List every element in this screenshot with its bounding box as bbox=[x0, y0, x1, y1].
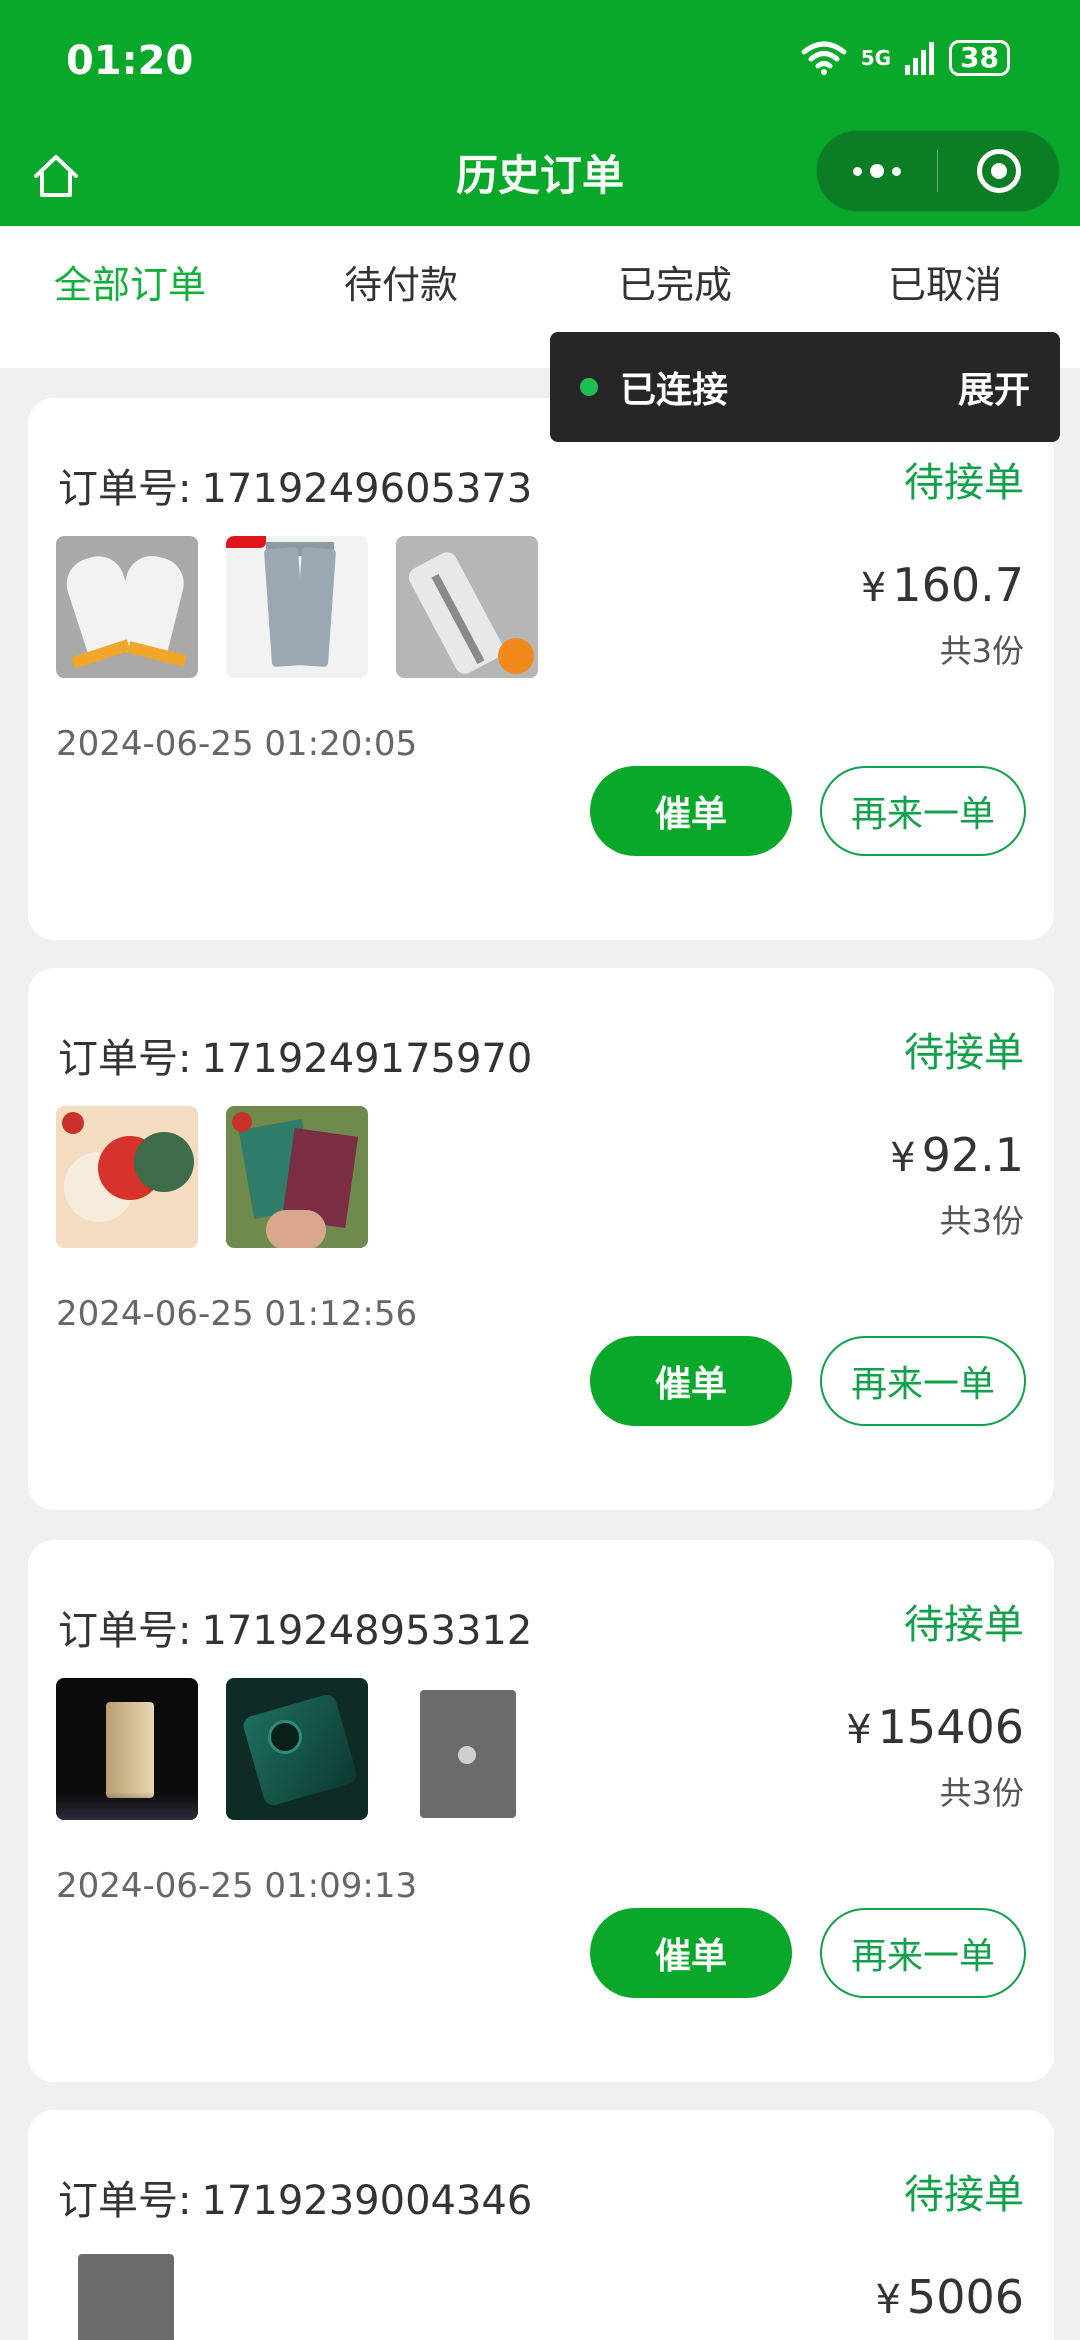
mini-program-capsule bbox=[816, 130, 1060, 212]
urge-order-button[interactable]: 催单 bbox=[590, 766, 792, 856]
product-image-notebooks bbox=[226, 1106, 368, 1248]
urge-order-button[interactable]: 催单 bbox=[590, 1336, 792, 1426]
order-number: 订单号: 1719249605373 bbox=[58, 466, 533, 512]
order-number: 订单号: 1719249175970 bbox=[58, 1036, 533, 1082]
order-status: 待接单 bbox=[904, 2172, 1024, 2218]
connected-dot-icon bbox=[580, 378, 598, 396]
order-number: 订单号: 1719248953312 bbox=[58, 1608, 533, 1654]
product-thumbnails bbox=[56, 1106, 368, 1248]
reorder-button[interactable]: 再来一单 bbox=[820, 1908, 1026, 1998]
order-date: 2024-06-25 01:12:56 bbox=[56, 1294, 418, 1334]
more-dot-icon bbox=[870, 164, 884, 178]
tab-completed[interactable]: 已完成 bbox=[618, 254, 732, 309]
connection-status: 已连接 bbox=[620, 370, 729, 411]
target-icon bbox=[976, 149, 1021, 193]
product-thumbnails bbox=[56, 2248, 198, 2340]
tab-all-orders[interactable]: 全部订单 bbox=[54, 254, 206, 309]
product-image-ipad bbox=[396, 1678, 538, 1820]
status-time: 01:20 bbox=[66, 38, 194, 84]
status-bar: 01:20 5G 38 bbox=[0, 0, 1080, 130]
order-card[interactable]: 订单号: 1719249605373 待接单 ¥160.7 共3份 2024-06… bbox=[28, 398, 1054, 940]
tab-pending-payment[interactable]: 待付款 bbox=[344, 254, 458, 309]
order-status: 待接单 bbox=[904, 1602, 1024, 1648]
order-price: ¥160.7 bbox=[860, 558, 1024, 612]
tab-cancelled[interactable]: 已取消 bbox=[888, 254, 1002, 309]
order-quantity: 共3份 bbox=[939, 632, 1024, 670]
product-thumbnails bbox=[56, 536, 538, 678]
order-quantity: 共3份 bbox=[939, 1774, 1024, 1812]
more-dot-icon bbox=[853, 166, 862, 176]
order-status: 待接单 bbox=[904, 1030, 1024, 1076]
wifi-icon bbox=[801, 41, 847, 75]
network-type: 5G bbox=[860, 46, 892, 70]
product-image-phone-green bbox=[226, 1678, 368, 1820]
order-quantity: 共3份 bbox=[939, 1202, 1024, 1240]
order-price: ¥15406 bbox=[846, 1700, 1024, 1754]
battery-icon: 38 bbox=[949, 40, 1010, 76]
connection-toast: 已连接 展开 bbox=[550, 332, 1060, 442]
product-image-ipad bbox=[56, 2248, 198, 2340]
product-image-pen bbox=[396, 536, 538, 678]
order-price: ¥5006 bbox=[875, 2270, 1024, 2324]
nav-bar: 历史订单 bbox=[0, 130, 1080, 226]
product-image-coasters bbox=[56, 1106, 198, 1248]
expand-button[interactable]: 展开 bbox=[958, 361, 1030, 413]
reorder-button[interactable]: 再来一单 bbox=[820, 1336, 1026, 1426]
system-icons: 5G 38 bbox=[801, 40, 1010, 76]
order-status: 待接单 bbox=[904, 460, 1024, 506]
order-number: 订单号: 1719239004346 bbox=[58, 2178, 533, 2224]
order-date: 2024-06-25 01:09:13 bbox=[56, 1866, 418, 1906]
signal-icon bbox=[905, 42, 935, 75]
product-image-gloves bbox=[56, 536, 198, 678]
more-dot-icon bbox=[892, 166, 901, 176]
order-price: ¥92.1 bbox=[890, 1128, 1024, 1182]
close-mini-program-button[interactable] bbox=[938, 149, 1059, 193]
product-image-phone-gold bbox=[56, 1678, 198, 1820]
product-thumbnails bbox=[56, 1678, 538, 1820]
more-options-button[interactable] bbox=[817, 130, 937, 212]
product-image-pants bbox=[226, 536, 368, 678]
order-date: 2024-06-25 01:20:05 bbox=[56, 724, 418, 764]
urge-order-button[interactable]: 催单 bbox=[590, 1908, 792, 1998]
order-card[interactable]: 订单号: 1719239004346 待接单 ¥5006 bbox=[28, 2110, 1054, 2340]
reorder-button[interactable]: 再来一单 bbox=[820, 766, 1026, 856]
order-card[interactable]: 订单号: 1719248953312 待接单 ¥15406 共3份 2024-06… bbox=[28, 1540, 1054, 2082]
order-card[interactable]: 订单号: 1719249175970 待接单 ¥92.1 共3份 2024-06-… bbox=[28, 968, 1054, 1510]
